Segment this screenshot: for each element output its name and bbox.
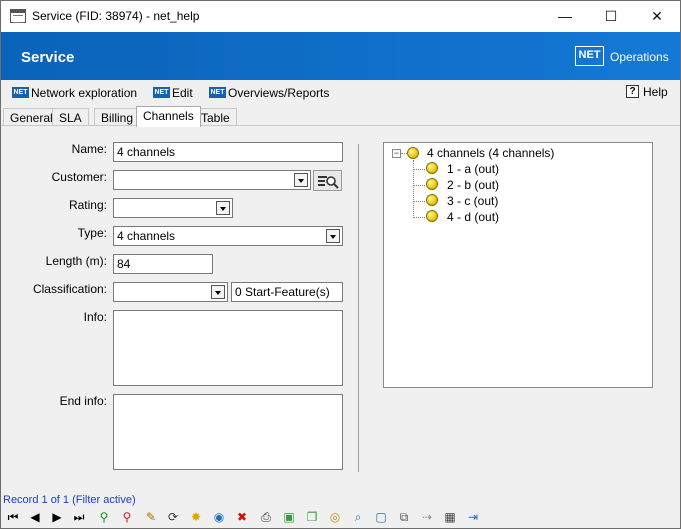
menu-label: Edit	[172, 86, 193, 100]
minimize-button[interactable]: —	[542, 1, 588, 32]
start-features-field: 0 Start-Feature(s)	[231, 282, 343, 302]
customer-lookup-button[interactable]	[313, 170, 342, 191]
product-name: Operations	[610, 50, 669, 64]
locate-icon[interactable]: ◎	[327, 509, 343, 525]
net-logo-icon: NET	[575, 46, 604, 66]
window-title: Service (FID: 38974) - net_help	[32, 9, 200, 23]
channel-out-icon	[426, 210, 438, 222]
tab-channels[interactable]: Channels	[136, 106, 201, 127]
menu-label: Overviews/Reports	[228, 86, 330, 100]
next-record-icon[interactable]: ▶	[49, 509, 65, 525]
duplicate-icon[interactable]: ⧉	[396, 509, 412, 525]
divider	[358, 144, 359, 472]
type-label: Type:	[77, 226, 107, 240]
tree-item[interactable]: 2 - b (out)	[447, 178, 499, 192]
tab-billing[interactable]: Billing	[94, 108, 141, 126]
box-icon[interactable]: ▣	[281, 509, 297, 525]
classification-select[interactable]	[113, 282, 228, 302]
chevron-down-icon[interactable]	[326, 229, 340, 243]
print-icon[interactable]: ⎙	[258, 509, 274, 525]
menu-label: Network exploration	[31, 86, 138, 100]
channel-tree: − 4 channels (4 channels) 1 - a (out) 2 …	[383, 142, 653, 388]
channel-out-icon	[426, 194, 438, 206]
zoom-icon[interactable]: ⌕	[350, 509, 366, 525]
move-icon[interactable]: ⇢	[419, 509, 435, 525]
remove-filter-icon[interactable]: ⚲	[119, 509, 135, 525]
help-label: Help	[643, 85, 668, 99]
header-banner: Service NET Operations	[1, 32, 680, 80]
copy-box-icon[interactable]: ❐	[304, 509, 320, 525]
length-label: Length (m):	[45, 254, 107, 268]
type-select[interactable]: 4 channels	[113, 226, 343, 246]
add-filter-icon[interactable]: ⚲	[96, 509, 112, 525]
tree-connector	[413, 201, 425, 202]
help-icon: ?	[626, 85, 639, 98]
prev-record-icon[interactable]: ◀	[27, 509, 43, 525]
collapse-toggle-icon[interactable]: −	[392, 149, 401, 158]
tree-connector	[413, 217, 425, 218]
net-badge-icon: NET	[153, 87, 170, 98]
net-badge-icon: NET	[209, 87, 226, 98]
name-field[interactable]: 4 channels	[113, 142, 343, 162]
name-label: Name:	[71, 142, 107, 156]
delete-icon[interactable]: ✖	[234, 509, 250, 525]
refresh-icon[interactable]: ⟳	[165, 509, 181, 525]
tab-sla[interactable]: SLA	[52, 108, 89, 126]
info-textarea[interactable]	[113, 310, 343, 386]
tree-item[interactable]: 3 - c (out)	[447, 194, 498, 208]
tree-item[interactable]: 1 - a (out)	[447, 162, 499, 176]
new-record-icon[interactable]: ✸	[188, 509, 204, 525]
edit-pencil-icon[interactable]: ✎	[143, 509, 159, 525]
first-record-icon[interactable]: ⏮	[5, 509, 21, 525]
length-field[interactable]: 84	[113, 254, 213, 274]
rating-select[interactable]	[113, 198, 233, 218]
chevron-down-icon[interactable]	[211, 285, 225, 299]
record-status: Record 1 of 1 (Filter active)	[3, 494, 136, 506]
type-value: 4 channels	[117, 229, 176, 243]
channel-group-icon	[407, 147, 419, 159]
tree-root-label[interactable]: 4 channels (4 channels)	[427, 146, 554, 160]
net-badge-icon: NET	[12, 87, 29, 98]
bottom-toolbar: ⏮ ◀ ▶ ⏭ ⚲ ⚲ ✎ ⟳ ✸ ◉ ✖ ⎙ ▣ ❐ ◎ ⌕ ▢ ⧉ ⇢ ▦ …	[1, 507, 680, 528]
chevron-down-icon[interactable]	[294, 173, 308, 187]
globe-icon[interactable]: ◉	[211, 509, 227, 525]
customer-select[interactable]	[113, 170, 311, 190]
close-button[interactable]: ✕	[634, 1, 680, 32]
tree-item[interactable]: 4 - d (out)	[447, 210, 499, 224]
channel-out-icon	[426, 178, 438, 190]
exit-icon[interactable]: ⇥	[465, 509, 481, 525]
search-list-icon	[318, 176, 339, 189]
title-bar: Service (FID: 38974) - net_help — ☐ ✕	[1, 1, 680, 32]
select-icon[interactable]: ▢	[373, 509, 389, 525]
tab-strip: General SLA Billing Channels Table	[1, 106, 680, 127]
channel-out-icon	[426, 162, 438, 174]
classification-label: Classification:	[32, 282, 107, 296]
application-window: Service (FID: 38974) - net_help — ☐ ✕ Se…	[0, 0, 681, 529]
chevron-down-icon[interactable]	[216, 201, 230, 215]
rating-label: Rating:	[68, 198, 107, 212]
page-title: Service	[21, 49, 75, 66]
table-icon[interactable]: ▦	[442, 509, 458, 525]
end-info-textarea[interactable]	[113, 394, 343, 470]
customer-label: Customer:	[51, 170, 107, 184]
tree-connector	[413, 185, 425, 186]
maximize-button[interactable]: ☐	[588, 1, 634, 32]
last-record-icon[interactable]: ⏭	[71, 509, 87, 525]
window-app-icon	[10, 9, 26, 23]
info-label: Info:	[83, 310, 107, 324]
end-info-label: End info:	[59, 394, 107, 408]
tree-connector	[413, 169, 425, 170]
